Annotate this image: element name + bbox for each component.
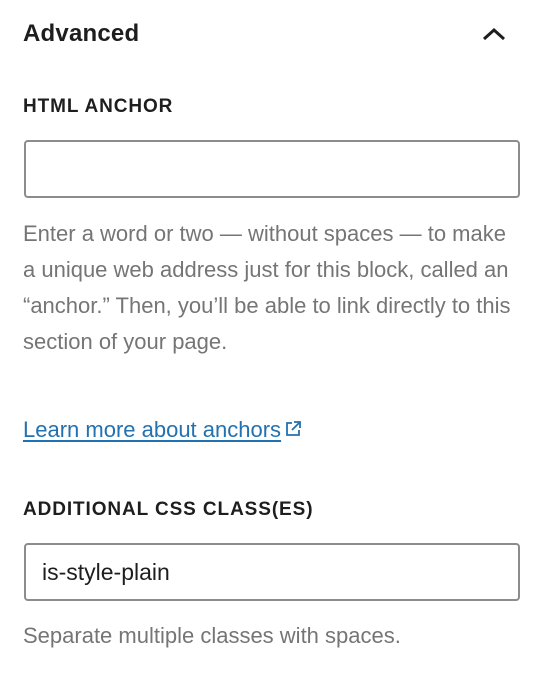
html-anchor-label: HTML ANCHOR [23,96,174,117]
additional-css-class-input[interactable] [24,543,520,601]
external-link-icon [286,421,301,436]
learn-more-anchors-label: Learn more about anchors [23,417,282,442]
html-anchor-help-text: Enter a word or two — without spaces — t… [23,221,511,354]
panel-title: Advanced [23,20,140,47]
advanced-panel-toggle[interactable]: Advanced [0,0,538,72]
chevron-up-icon[interactable] [478,20,510,48]
html-anchor-input[interactable] [24,140,520,198]
advanced-panel: Advanced HTML ANCHOR Enter a word or two… [0,0,538,674]
css-class-help-text: Separate multiple classes with spaces. [23,623,401,648]
learn-more-anchors-link[interactable]: Learn more about anchors [23,413,303,447]
additional-css-class-label: ADDITIONAL CSS CLASS(ES) [23,499,314,520]
